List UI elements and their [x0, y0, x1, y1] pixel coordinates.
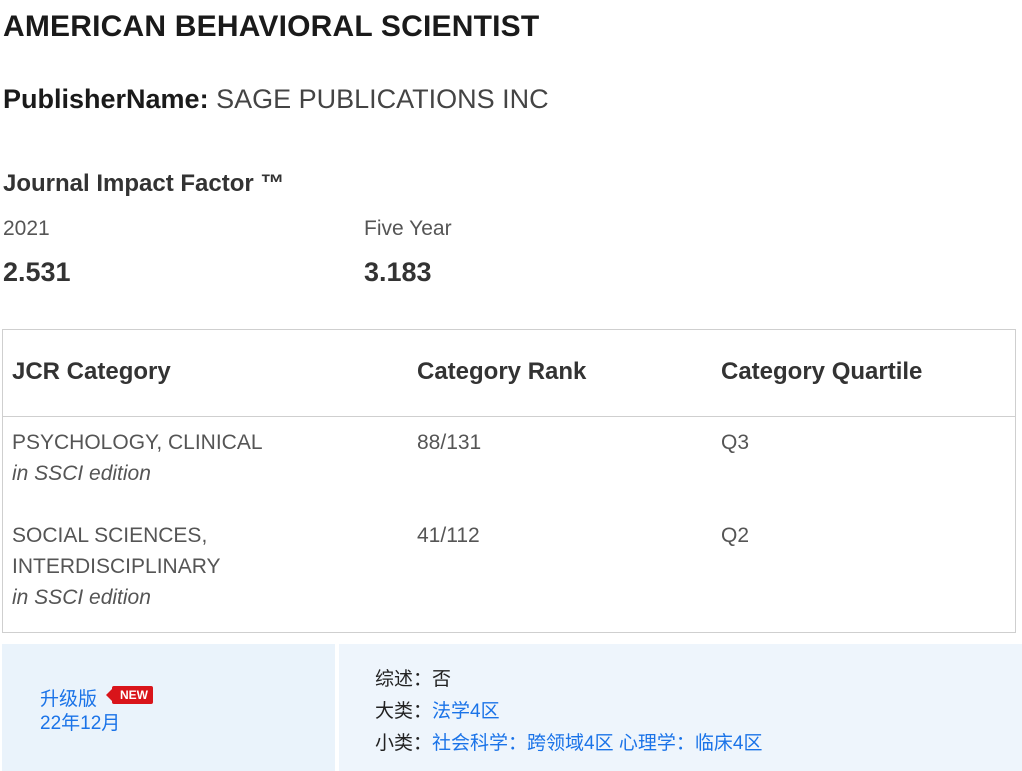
- header-jcr-category: JCR Category: [12, 358, 171, 385]
- minor-label: 小类：: [375, 733, 433, 754]
- upgrade-version-link[interactable]: 升级版: [40, 684, 97, 711]
- table-row-2-category: SOCIAL SCIENCES, INTERDISCIPLINARY in SS…: [12, 520, 242, 613]
- category-name: SOCIAL SCIENCES, INTERDISCIPLINARY: [12, 524, 221, 578]
- table-row-1-category: PSYCHOLOGY, CLINICAL in SSCI edition: [12, 427, 312, 489]
- category-name: PSYCHOLOGY, CLINICAL: [12, 431, 263, 454]
- five-year-impact-factor: 3.183: [364, 257, 432, 287]
- jcr-category-table: JCR Category Category Rank Category Quar…: [2, 329, 1016, 633]
- review-row: 综述：否: [375, 664, 451, 691]
- category-edition: in SSCI edition: [12, 462, 151, 485]
- table-row-2-rank: 41/112: [417, 524, 480, 547]
- category-edition: in SSCI edition: [12, 586, 151, 609]
- header-category-quartile: Category Quartile: [721, 358, 923, 385]
- publisher-line: PublisherName: SAGE PUBLICATIONS INC: [3, 84, 549, 115]
- table-row-1-rank: 88/131: [417, 431, 482, 454]
- review-label: 综述：: [375, 669, 433, 690]
- publisher-label: PublisherName:: [3, 84, 209, 114]
- five-year-label: Five Year: [364, 217, 452, 240]
- journal-title: AMERICAN BEHAVIORAL SCIENTIST: [3, 10, 540, 43]
- cas-ranking-panel: 升级版 NEW 22年12月 综述：否 大类：法学4区 小类：社会科学：跨领域4…: [2, 644, 1022, 771]
- publisher-value: SAGE PUBLICATIONS INC: [216, 84, 549, 114]
- header-category-rank: Category Rank: [417, 358, 587, 385]
- review-value: 否: [432, 669, 452, 690]
- panel-divider: [335, 644, 339, 771]
- major-label: 大类：: [375, 701, 433, 722]
- minor-category-row: 小类：社会科学：跨领域4区 心理学：临床4区: [375, 728, 762, 755]
- major-category-row: 大类：法学4区: [375, 696, 500, 723]
- minor-category-link-psychology[interactable]: 心理学：临床4区: [619, 733, 763, 754]
- minor-category-link-social-sciences[interactable]: 社会科学：跨领域4区: [432, 733, 614, 754]
- table-row-2-quartile: Q2: [721, 524, 750, 547]
- impact-factor-heading: Journal Impact Factor ™: [3, 170, 285, 197]
- current-year-label: 2021: [3, 217, 50, 240]
- table-row-1-quartile: Q3: [721, 431, 750, 454]
- table-header-row: JCR Category Category Rank Category Quar…: [3, 330, 1015, 417]
- new-badge: NEW: [106, 686, 153, 704]
- upgrade-date: 22年12月: [40, 713, 121, 734]
- current-impact-factor: 2.531: [3, 257, 71, 287]
- major-category-link[interactable]: 法学4区: [432, 701, 500, 722]
